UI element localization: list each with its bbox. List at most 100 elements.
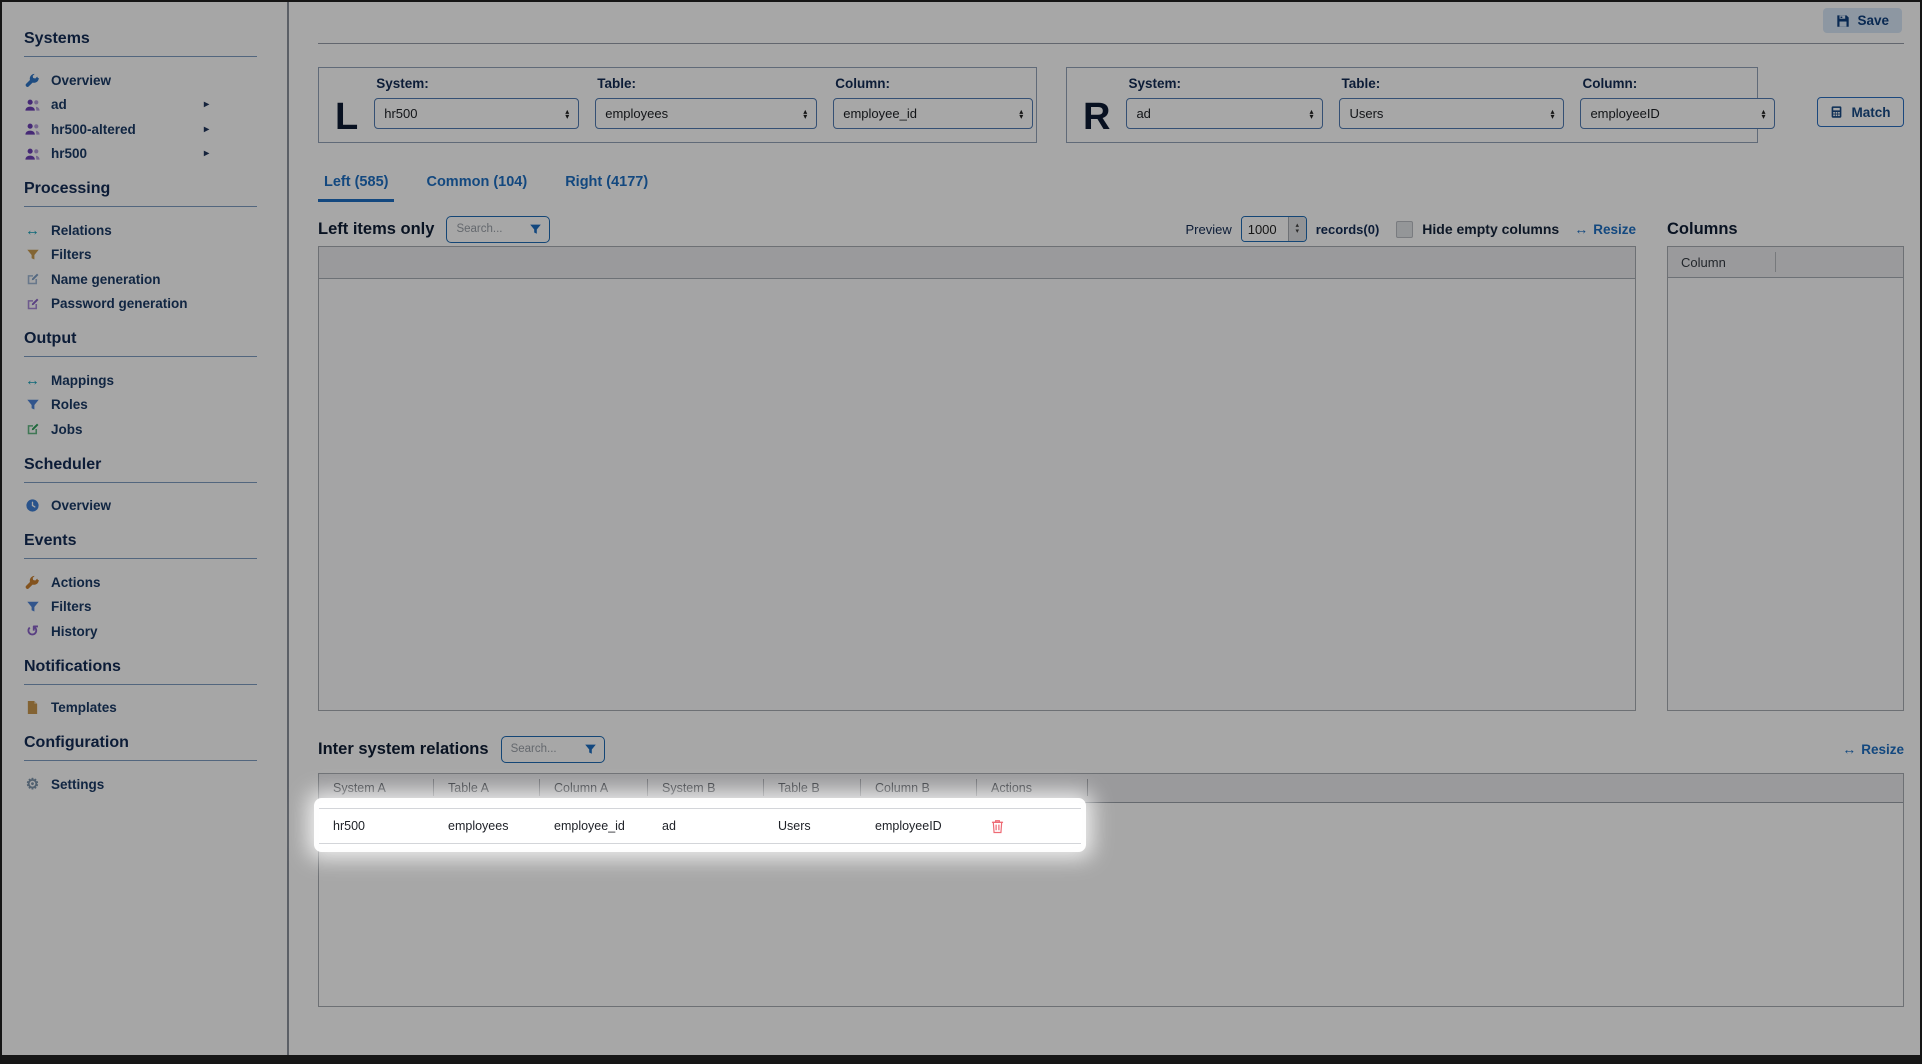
sidebar-item-relations[interactable]: Relations: [24, 218, 209, 243]
resize-label: Resize: [1593, 222, 1636, 237]
section-title: Events: [24, 532, 287, 550]
sidebar-item-filters[interactable]: Filters: [24, 243, 209, 268]
document-icon: [24, 700, 41, 716]
users-icon: [24, 146, 41, 162]
sidebar-item-ad[interactable]: ad: [24, 93, 209, 118]
save-label: Save: [1857, 13, 1889, 28]
column-header-label: Column: [1681, 255, 1726, 270]
left-table-select[interactable]: employees: [595, 98, 817, 129]
section-divider: [24, 684, 257, 685]
relations-table-header: System A Table A Column A System B Table…: [319, 774, 1903, 803]
sidebar-item-password-generation[interactable]: Password generation: [24, 292, 209, 317]
left-table-group: Table: employees: [595, 76, 817, 134]
sidebar-item-label: Settings: [51, 777, 104, 792]
sidebar-item-event-filters[interactable]: Filters: [24, 595, 209, 620]
sidebar-item-label: Mappings: [51, 373, 114, 388]
tab-right[interactable]: Right (4177): [559, 168, 654, 202]
right-column-value: employeeID: [1590, 106, 1659, 121]
edit-icon: [24, 296, 41, 312]
resize-relations-link[interactable]: Resize: [1842, 741, 1904, 757]
sidebar-item-history[interactable]: History: [24, 619, 209, 644]
search-input[interactable]: [454, 222, 529, 236]
select-arrows-icon: [803, 109, 807, 119]
left-panel-letter: L: [335, 98, 358, 134]
sidebar-section-events: Events Actions Filters History: [24, 532, 287, 644]
left-selector-panel: L System: hr500 Table: employees: [318, 67, 1037, 143]
clock-icon: [24, 498, 41, 514]
header-separator: [1775, 252, 1776, 272]
wrench-icon: [24, 574, 41, 590]
calculator-icon: [1830, 105, 1843, 119]
table-row: hr500 employees employee_id ad Users emp…: [319, 808, 1081, 844]
sidebar-item-label: Roles: [51, 397, 88, 412]
section-divider: [24, 558, 257, 559]
users-icon: [24, 121, 41, 137]
header-column-a: Column A: [540, 774, 648, 802]
system-label: System:: [1128, 76, 1323, 91]
sidebar-section-processing: Processing Relations Filters Name genera…: [24, 180, 287, 316]
match-button[interactable]: Match: [1817, 97, 1904, 127]
sidebar-item-hr500[interactable]: hr500: [24, 142, 209, 167]
delete-relation-button[interactable]: [991, 819, 1004, 834]
header-column-b: Column B: [861, 774, 977, 802]
highlighted-table-row: hr500 employees employee_id ad Users emp…: [319, 803, 1081, 847]
section-divider: [24, 206, 257, 207]
inter-system-relations-section: Inter system relations Resize System A T…: [318, 735, 1904, 1007]
sidebar-item-label: hr500-altered: [51, 122, 136, 137]
sidebar-section-notifications: Notifications Templates: [24, 658, 287, 721]
hide-empty-columns-checkbox[interactable]: [1396, 221, 1413, 238]
search-input[interactable]: [509, 742, 584, 756]
left-items-title: Left items only: [318, 220, 434, 239]
right-column-select[interactable]: employeeID: [1580, 98, 1775, 129]
right-column-group: Column: employeeID: [1580, 76, 1775, 134]
left-system-select[interactable]: hr500: [374, 98, 579, 129]
sidebar-item-mappings[interactable]: Mappings: [24, 368, 209, 393]
sidebar-item-overview[interactable]: Overview: [24, 68, 209, 93]
section-title: Configuration: [24, 734, 287, 752]
relations-title: Inter system relations: [318, 740, 489, 759]
section-title: Notifications: [24, 658, 287, 676]
right-system-value: ad: [1136, 106, 1150, 121]
main-content: Save L System: hr500 Table: employees: [289, 2, 1920, 1062]
left-items-table: [318, 246, 1636, 711]
sidebar-item-actions[interactable]: Actions: [24, 570, 209, 595]
left-column-select[interactable]: employee_id: [833, 98, 1033, 129]
sidebar-item-settings[interactable]: Settings: [24, 772, 209, 797]
double-arrow-icon: [24, 222, 41, 238]
section-divider: [24, 356, 257, 357]
preview-count-input[interactable]: [1242, 217, 1288, 241]
resize-left-items-link[interactable]: Resize: [1574, 221, 1636, 237]
right-system-select[interactable]: ad: [1126, 98, 1323, 129]
sidebar-item-templates[interactable]: Templates: [24, 696, 209, 721]
number-spinner[interactable]: [1288, 217, 1306, 241]
wrench-icon: [24, 72, 41, 88]
save-icon: [1836, 14, 1850, 28]
section-divider: [24, 56, 257, 57]
sidebar-item-roles[interactable]: Roles: [24, 393, 209, 418]
sidebar-item-label: Templates: [51, 700, 117, 715]
select-arrows-icon: [1019, 109, 1023, 119]
sidebar: Systems Overview ad hr500-al: [2, 2, 289, 1062]
right-table-group: Table: Users: [1339, 76, 1564, 134]
section-divider: [24, 482, 257, 483]
sidebar-item-name-generation[interactable]: Name generation: [24, 267, 209, 292]
section-title: Output: [24, 330, 287, 348]
right-table-select[interactable]: Users: [1339, 98, 1564, 129]
funnel-icon: [24, 247, 41, 263]
left-system-group: System: hr500: [374, 76, 579, 134]
columns-title: Columns: [1667, 220, 1738, 239]
sidebar-item-hr500-altered[interactable]: hr500-altered: [24, 117, 209, 142]
result-tabs: Left (585) Common (104) Right (4177): [318, 168, 1904, 202]
sidebar-item-label: Password generation: [51, 296, 188, 311]
sidebar-item-jobs[interactable]: Jobs: [24, 417, 209, 442]
history-icon: [24, 623, 41, 639]
save-button[interactable]: Save: [1823, 8, 1902, 33]
select-arrows-icon: [565, 109, 569, 119]
tab-left[interactable]: Left (585): [318, 168, 394, 202]
sidebar-item-scheduler-overview[interactable]: Overview: [24, 494, 209, 519]
columns-table: Column: [1667, 246, 1904, 711]
sidebar-item-label: Overview: [51, 73, 111, 88]
cell-table-b: Users: [764, 819, 861, 833]
tab-common[interactable]: Common (104): [420, 168, 533, 202]
edit-icon: [24, 271, 41, 287]
